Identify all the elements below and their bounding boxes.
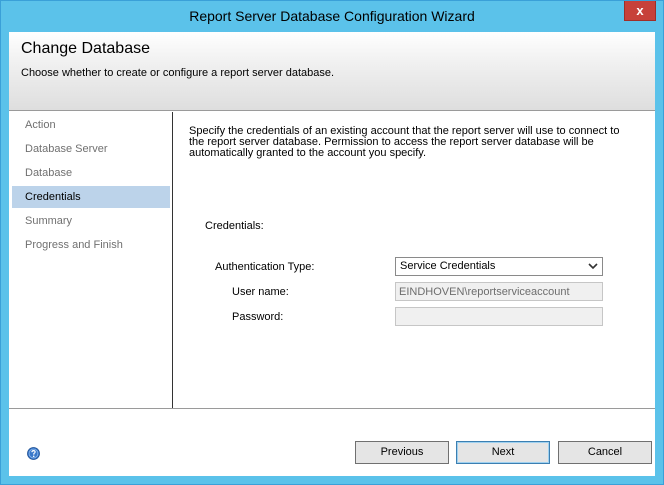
- username-input[interactable]: [395, 282, 603, 301]
- nav-item-credentials[interactable]: Credentials: [12, 186, 170, 208]
- page-header: Change Database Choose whether to create…: [9, 32, 655, 111]
- client-area: Change Database Choose whether to create…: [9, 32, 655, 476]
- auth-type-label: Authentication Type:: [215, 261, 315, 273]
- instructions-text: Specify the credentials of an existing a…: [189, 125, 620, 159]
- next-button-label: Next: [491, 446, 515, 458]
- cancel-button[interactable]: Cancel: [558, 441, 652, 464]
- cancel-button-label: Cancel: [587, 446, 623, 458]
- nav-item-database-server[interactable]: Database Server: [12, 138, 170, 160]
- help-icon[interactable]: [27, 447, 40, 460]
- credentials-section-label: Credentials:: [205, 220, 264, 232]
- wizard-window: Report Server Database Configuration Wiz…: [0, 0, 664, 485]
- content-pane: Specify the credentials of an existing a…: [173, 112, 655, 408]
- page-title: Change Database: [21, 40, 150, 57]
- password-input[interactable]: [395, 307, 603, 326]
- wizard-steps-nav: Action Database Server Database Credenti…: [12, 112, 173, 408]
- username-label: User name:: [232, 286, 289, 298]
- nav-item-summary[interactable]: Summary: [12, 210, 170, 232]
- previous-button[interactable]: Previous: [355, 441, 449, 464]
- auth-type-dropdown[interactable]: Service Credentials: [395, 257, 603, 276]
- window-title: Report Server Database Configuration Wiz…: [189, 8, 475, 24]
- nav-item-database[interactable]: Database: [12, 162, 170, 184]
- close-icon: x: [636, 3, 644, 18]
- nav-item-action[interactable]: Action: [12, 114, 170, 136]
- previous-button-label: Previous: [380, 446, 424, 458]
- footer-divider: [9, 408, 655, 409]
- chevron-down-icon: [587, 259, 599, 273]
- next-button[interactable]: Next: [456, 441, 550, 464]
- title-bar[interactable]: Report Server Database Configuration Wiz…: [1, 1, 663, 31]
- page-subtitle: Choose whether to create or configure a …: [21, 67, 335, 79]
- password-label: Password:: [232, 311, 284, 323]
- close-button[interactable]: x: [624, 1, 656, 21]
- auth-type-selected-value: Service Credentials: [400, 260, 496, 272]
- nav-item-progress-and-finish[interactable]: Progress and Finish: [12, 234, 170, 256]
